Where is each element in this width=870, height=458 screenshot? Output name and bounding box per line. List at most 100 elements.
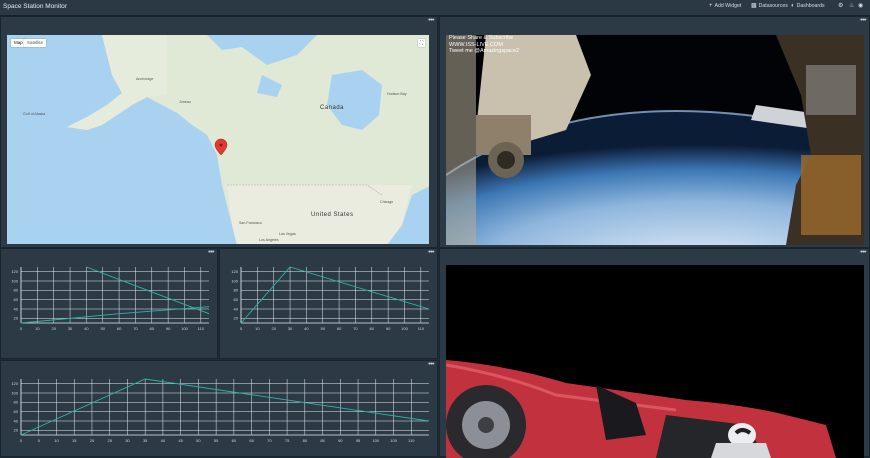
line-chart-1: 20 40 60 80 100 120 0 10 20 30 40 50 60 70 80 90 100 110 [11,266,210,331]
map-label-hudson-bay: Hudson Bay [387,92,407,96]
x-tick-label: 55 [214,438,219,443]
y-tick-label: 60 [234,297,239,302]
chart-widget-2: ••• 20 40 60 80 100 120 0 10 20 30 40 50 60 70 80 90 100… [219,248,438,359]
map-label-chicago: Chicago [380,200,394,204]
map-canvas[interactable]: Map Satellite ⛶ Canada United States Anc… [7,35,429,244]
add-widget-button[interactable]: + Add Widget [709,3,741,9]
map-view[interactable]: Map Satellite ⛶ Canada United States Anc… [7,35,429,244]
user-icon: ◉ [858,3,864,9]
x-tick-label: 100 [372,438,379,443]
widget-menu-button[interactable]: ••• [428,17,434,24]
add-widget-label: Add Widget [714,3,742,9]
x-tick-label: 100 [181,326,188,331]
x-tick-label: 100 [401,326,408,331]
x-tick-label: 0 [20,438,23,443]
map-label-anchorage: Anchorage [136,77,154,81]
x-tick-label: 50 [196,438,201,443]
x-tick-label: 50 [321,326,326,331]
map-label-los-angeles: Los Angeles [259,238,279,242]
x-tick-label: 90 [386,326,391,331]
y-tick-label: 40 [14,306,19,311]
dashboard-icon: ◐ [791,3,795,9]
series-line-1 [20,378,430,436]
map-label-juneau: Juneau [179,100,191,104]
x-tick-label: 80 [150,326,155,331]
starman-video[interactable] [446,265,864,458]
dashboards-label: Dashboards [796,3,825,9]
map-label-las-vegas: Las Vegas [279,232,296,236]
map-label-gulf-of-alaska: Gulf of Alaska [23,112,46,116]
x-tick-label: 10 [35,326,40,331]
top-bar: Space Station Monitor + Add Widget ▩ Dat… [0,0,870,16]
x-tick-label: 110 [408,438,415,443]
x-tick-label: 70 [267,438,272,443]
y-tick-label: 80 [14,288,19,293]
x-tick-label: 30 [125,438,130,443]
datasources-label: Datasources [758,3,788,9]
x-tick-label: 90 [166,326,171,331]
y-tick-label: 20 [234,316,239,321]
x-tick-label: 95 [356,438,361,443]
bell-icon: ♨ [849,3,855,9]
video-overlay-text: Please Share & Subscribe WWW.ISS-LIVE.CO… [449,35,519,55]
x-tick-label: 65 [249,438,254,443]
x-tick-label: 15 [72,438,77,443]
series-line-1 [240,266,430,324]
user-button[interactable]: ◉ [858,3,863,9]
widget-menu-button[interactable]: ••• [860,17,866,24]
x-tick-label: 60 [337,326,342,331]
dashboards-button[interactable]: ◐ Dashboards [791,3,825,9]
plus-icon: + [709,3,713,9]
x-tick-label: 40 [161,438,166,443]
map-label-united-states: United States [311,212,354,218]
y-tick-label: 120 [11,269,18,274]
x-tick-label: 20 [271,326,276,331]
x-tick-label: 110 [418,326,425,331]
x-tick-label: 60 [117,326,122,331]
x-tick-label: 10 [255,326,260,331]
widget-menu-button[interactable]: ••• [860,249,866,256]
video-frame [446,265,864,458]
x-tick-label: 80 [303,438,308,443]
y-tick-label: 20 [14,428,19,433]
x-tick-label: 70 [133,326,138,331]
x-tick-label: 30 [68,326,73,331]
x-tick-label: 20 [90,438,95,443]
fullscreen-button[interactable]: ⛶ [417,39,425,47]
line-chart-2: 20 40 60 80 100 120 0 10 20 30 40 50 60 70 80 90 100 110 [231,266,430,331]
x-tick-label: 45 [178,438,183,443]
overlay-line-3: Tweet me @Amazingspace2 [449,48,520,54]
x-tick-label: 0 [20,326,23,331]
chart-widget-3: ••• 20 40 60 80 100 120 0 5 10 15 20 25 30 35 40 45 50 55… [0,360,438,457]
x-tick-label: 20 [51,326,56,331]
y-tick-label: 100 [11,390,18,395]
overlay-line-1: Please Share & Subscribe [449,35,514,41]
database-icon: ▩ [751,3,757,9]
video-frame [446,35,864,245]
iss-live-video[interactable]: Please Share & Subscribe WWW.ISS-LIVE.CO… [446,35,864,245]
y-tick-label: 60 [14,409,19,414]
y-tick-label: 120 [11,381,18,386]
map-type-satellite-button[interactable]: Satellite [24,39,47,47]
map-label-canada: Canada [320,105,345,111]
y-tick-label: 40 [14,418,19,423]
x-tick-label: 50 [101,326,106,331]
fullscreen-icon: ⛶ [419,40,423,45]
x-tick-label: 5 [38,438,41,443]
x-tick-label: 10 [54,438,59,443]
notifications-button[interactable]: ♨ [849,3,854,9]
x-tick-label: 85 [320,438,325,443]
x-tick-label: 75 [285,438,290,443]
map-label-san-francisco: San Francisco [239,221,262,225]
y-tick-label: 120 [231,269,238,274]
settings-button[interactable]: ⚙ [838,3,843,9]
x-tick-label: 25 [107,438,112,443]
x-tick-label: 80 [370,326,375,331]
map-land [67,35,429,244]
gear-icon: ⚙ [838,3,844,9]
x-tick-label: 70 [353,326,358,331]
y-tick-label: 80 [14,400,19,405]
y-tick-label: 100 [11,278,18,283]
x-tick-label: 90 [338,438,343,443]
datasources-button[interactable]: ▩ Datasources [751,3,788,9]
